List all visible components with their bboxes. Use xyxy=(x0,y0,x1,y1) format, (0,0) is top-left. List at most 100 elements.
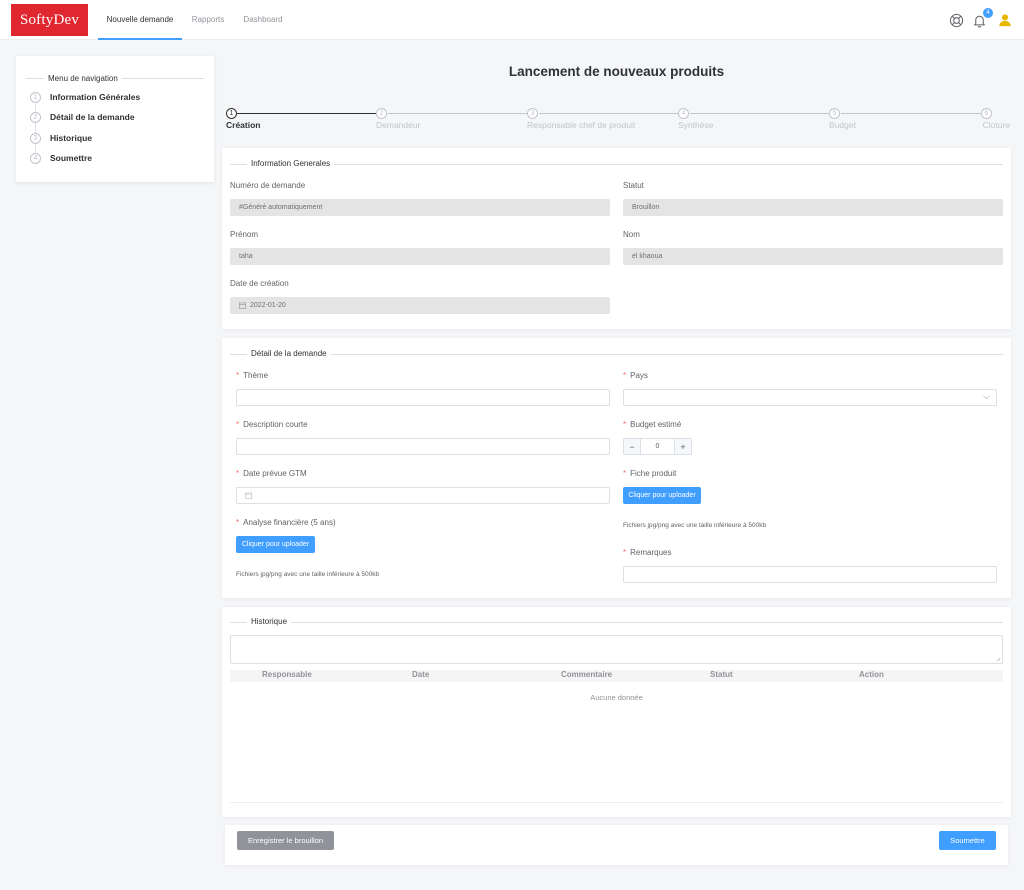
table-bottom-border xyxy=(230,802,1003,803)
description-input[interactable] xyxy=(236,438,610,455)
analyse-hint: Fichiers jpg/png avec une taille inférie… xyxy=(236,571,380,578)
increment-button[interactable]: + xyxy=(674,439,691,454)
prenom-label: Prénom xyxy=(230,230,259,239)
chevron-down-icon xyxy=(983,395,990,400)
date-creation-label: Date de création xyxy=(230,279,289,288)
required-mark: * xyxy=(623,420,627,429)
date-gtm-input[interactable] xyxy=(236,487,610,504)
user-icon[interactable] xyxy=(997,12,1013,28)
historique-card: Historique Responsable Date Commentaire … xyxy=(222,607,1011,817)
step-label: Synthèse xyxy=(678,120,714,130)
sidebar-item-soumettre[interactable]: 4 Soumettre xyxy=(30,151,92,165)
required-mark: * xyxy=(623,371,627,380)
column-action: Action xyxy=(859,670,884,679)
statut-field[interactable]: Brouillon xyxy=(623,199,1003,216)
description-label: * Description courte xyxy=(236,420,308,429)
nav-dashboard[interactable]: Dashboard xyxy=(240,0,286,40)
budget-label: * Budget estimé xyxy=(623,420,681,429)
sidebar-item-label: Historique xyxy=(50,133,93,143)
step-number: 3 xyxy=(30,132,41,144)
remarques-label-text: Remarques xyxy=(630,548,672,557)
step-number: 2 xyxy=(376,108,387,119)
theme-label: * Thème xyxy=(236,371,268,380)
step-synthese: 4 Synthèse xyxy=(678,108,713,130)
sidebar-item-label: Détail de la demande xyxy=(50,112,135,122)
calendar-icon xyxy=(239,302,246,309)
analyse-label-text: Analyse financière (5 ans) xyxy=(243,518,336,527)
historique-textarea[interactable] xyxy=(230,635,1003,664)
save-draft-button[interactable]: Enregistrer le brouillon xyxy=(237,831,334,850)
step-number: 1 xyxy=(226,108,237,119)
resize-handle-icon xyxy=(996,657,1001,662)
action-bar: Enregistrer le brouillon Soumettre xyxy=(225,825,1008,865)
section-title: Historique xyxy=(247,617,292,626)
column-statut: Statut xyxy=(710,670,733,679)
fiche-produit-label-text: Fiche produit xyxy=(630,469,677,478)
remarques-label: * Remarques xyxy=(623,548,671,557)
required-mark: * xyxy=(236,371,240,380)
nav-rapports[interactable]: Rapports xyxy=(188,0,228,40)
fiche-produit-upload-button[interactable]: Cliquer pour uploader xyxy=(623,487,701,504)
step-budget: 5 Budget xyxy=(829,108,856,130)
required-mark: * xyxy=(236,469,240,478)
date-gtm-label: * Date prévue GTM xyxy=(236,469,307,478)
step-demandeur: 2 Demandeur xyxy=(376,108,420,130)
section-title: Information Generales xyxy=(247,159,335,168)
theme-label-text: Thème xyxy=(243,371,269,380)
pays-select[interactable] xyxy=(623,389,997,406)
column-commentaire: Commentaire xyxy=(561,670,613,679)
date-creation-field[interactable]: 2022-01-20 xyxy=(230,297,610,314)
step-connector xyxy=(690,113,829,114)
theme-input[interactable] xyxy=(236,389,610,406)
step-label: Responsable chef de produit xyxy=(527,120,636,130)
legend-line xyxy=(230,622,1003,623)
step-number: 1 xyxy=(30,91,41,103)
logo[interactable]: SoftyDev xyxy=(11,4,88,36)
navigation-menu-title: Menu de navigation xyxy=(44,74,122,83)
step-cloture: 6 Cloture xyxy=(981,108,1010,130)
step-number: 2 xyxy=(30,111,41,123)
nom-field[interactable]: el khaoua xyxy=(623,248,1003,265)
required-mark: * xyxy=(623,469,627,478)
numero-field[interactable]: #Généré automatiquement xyxy=(230,199,610,216)
navigation-menu: Menu de navigation 1 Information Général… xyxy=(16,56,214,182)
sidebar-item-information[interactable]: 1 Information Générales xyxy=(30,90,140,104)
top-header: SoftyDev Nouvelle demande Rapports Dashb… xyxy=(0,0,1024,40)
lifebuoy-icon[interactable] xyxy=(948,12,964,28)
detail-card: Détail de la demande * Thème * Pays * Descr… xyxy=(222,338,1011,598)
nom-label: Nom xyxy=(623,230,640,239)
fiche-produit-label: * Fiche produit xyxy=(623,469,676,478)
pays-label: * Pays xyxy=(623,371,648,380)
column-date: Date xyxy=(412,670,430,679)
submit-button[interactable]: Soumettre xyxy=(939,831,996,850)
page-title: Lancement de nouveaux produits xyxy=(508,64,725,79)
analyse-upload-button[interactable]: Cliquer pour uploader xyxy=(236,536,315,553)
statut-label: Statut xyxy=(623,181,644,190)
step-connector xyxy=(841,113,981,114)
step-number: 6 xyxy=(981,108,992,119)
prenom-field[interactable]: taha xyxy=(230,248,610,265)
required-mark: * xyxy=(623,548,627,557)
step-creation: 1 Création xyxy=(226,108,260,130)
description-label-text: Description courte xyxy=(243,420,308,429)
date-creation-value: 2022-01-20 xyxy=(250,302,286,309)
step-connector xyxy=(237,113,376,114)
sidebar-item-detail[interactable]: 2 Détail de la demande xyxy=(30,110,135,124)
remarques-input[interactable] xyxy=(623,566,997,583)
step-connector xyxy=(388,113,527,114)
table-header: Responsable Date Commentaire Statut Acti… xyxy=(230,670,1003,682)
budget-stepper: − 0 + xyxy=(623,438,692,455)
legend-line xyxy=(230,354,1003,355)
sidebar-item-historique[interactable]: 3 Historique xyxy=(30,131,92,145)
sidebar-item-label: Soumettre xyxy=(50,153,93,163)
pays-label-text: Pays xyxy=(630,371,648,380)
date-gtm-label-text: Date prévue GTM xyxy=(243,469,307,478)
step-label: Création xyxy=(226,120,261,130)
budget-value[interactable]: 0 xyxy=(641,439,674,454)
section-title: Détail de la demande xyxy=(247,349,331,358)
nav-nouvelle-demande[interactable]: Nouvelle demande xyxy=(98,0,182,40)
decrement-button[interactable]: − xyxy=(624,439,641,454)
fiche-produit-hint: Fichiers jpg/png avec une taille inférie… xyxy=(623,522,767,529)
column-responsable: Responsable xyxy=(262,670,312,679)
calendar-icon xyxy=(245,492,252,499)
